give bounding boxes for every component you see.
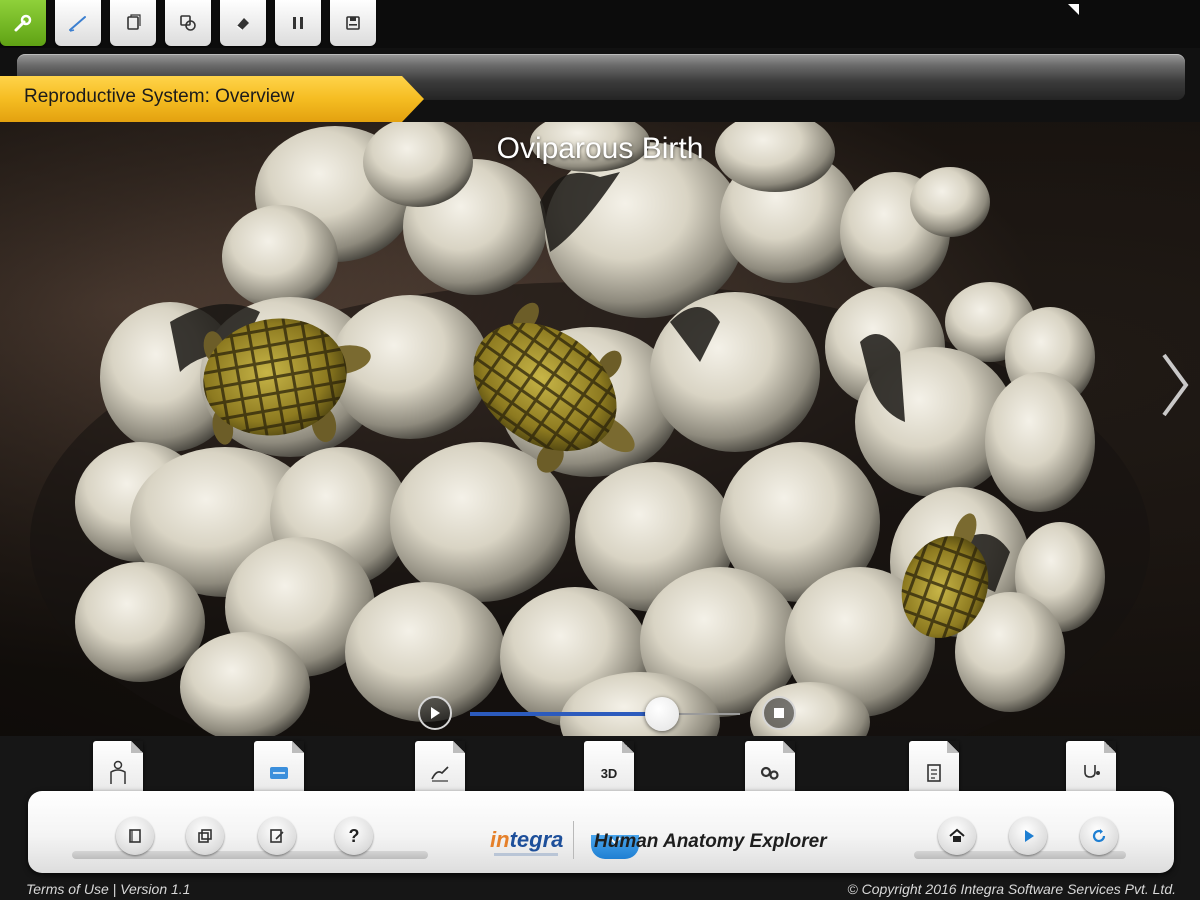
pen-tool-button[interactable]: [55, 0, 101, 46]
main-control-panel: ? integra Human Anatomy Explorer: [28, 791, 1174, 873]
duplicate-tool-button[interactable]: [165, 0, 211, 46]
wrench-icon: [14, 14, 32, 32]
help-button[interactable]: ?: [335, 817, 373, 855]
help-icon: ?: [348, 825, 360, 846]
app-name: Human Anatomy Explorer: [594, 831, 827, 852]
logo-suffix: tegra: [509, 827, 564, 852]
notes-icon: [927, 764, 941, 782]
collapse-arrow-icon[interactable]: [1066, 2, 1080, 16]
media-progress-fill: [470, 712, 662, 716]
bottom-dock: 3D ? integra Human Anatomy Explorer Term…: [0, 736, 1200, 900]
home-button[interactable]: [938, 817, 976, 855]
animation-title: Oviparous Birth: [496, 132, 704, 165]
animation-stage: Oviparous Birth: [0, 122, 1200, 736]
refresh-button[interactable]: [1080, 817, 1118, 855]
eraser-tool-button[interactable]: [220, 0, 266, 46]
edit-note-icon: [270, 829, 284, 843]
save-tool-button[interactable]: [330, 0, 376, 46]
media-progress-slider[interactable]: [470, 697, 740, 731]
logo-tagline-bar: [494, 853, 558, 856]
book-icon: [129, 829, 141, 843]
wrench-tool-button[interactable]: [0, 0, 46, 46]
terms-of-use-link[interactable]: Terms of Use: [26, 881, 109, 897]
edit-note-button[interactable]: [258, 817, 296, 855]
play-icon: [1025, 830, 1034, 842]
stethoscope-icon: [1084, 765, 1100, 778]
turtle-egg-illustration: [30, 122, 1150, 736]
gears-icon: [760, 766, 779, 780]
media-progress-knob[interactable]: [644, 697, 679, 731]
duplicate-icon: [180, 15, 196, 31]
copy-icon: [198, 829, 212, 843]
pen-icon: [69, 16, 86, 32]
top-toolbar: [0, 0, 1200, 48]
copy-button[interactable]: [186, 817, 224, 855]
version-label: Version 1.1: [120, 881, 191, 897]
copy-icon: [127, 14, 141, 30]
body-outline-icon: [110, 760, 126, 784]
media-play-button[interactable]: [418, 696, 452, 730]
media-stop-button[interactable]: [762, 696, 796, 730]
integra-logo: integra: [490, 827, 563, 853]
copy-tool-button[interactable]: [110, 0, 156, 46]
play-button[interactable]: [1009, 817, 1047, 855]
footer-left: Terms of Use | Version 1.1: [26, 881, 190, 897]
stop-icon: [774, 708, 784, 718]
tab-3d-label: 3D: [600, 765, 618, 781]
display-icon: [270, 767, 288, 779]
refresh-icon: [1092, 829, 1106, 843]
pause-icon: [293, 17, 303, 29]
next-slide-arrow-icon[interactable]: [1156, 350, 1192, 420]
footer-separator: |: [112, 881, 117, 897]
app-window: Reproductive System: Overview Oviparous …: [0, 0, 1200, 900]
save-icon: [346, 16, 360, 30]
page-title: Reproductive System: Overview: [24, 86, 295, 107]
brand-divider: [573, 821, 574, 859]
hand-draw-icon: [431, 766, 449, 782]
home-icon: [949, 828, 965, 842]
play-icon: [431, 707, 440, 719]
pause-tool-button[interactable]: [275, 0, 321, 46]
book-button[interactable]: [116, 817, 154, 855]
logo-prefix: in: [490, 827, 510, 852]
copyright-notice: © Copyright 2016 Integra Software Servic…: [847, 881, 1176, 897]
eraser-icon: [236, 18, 249, 31]
